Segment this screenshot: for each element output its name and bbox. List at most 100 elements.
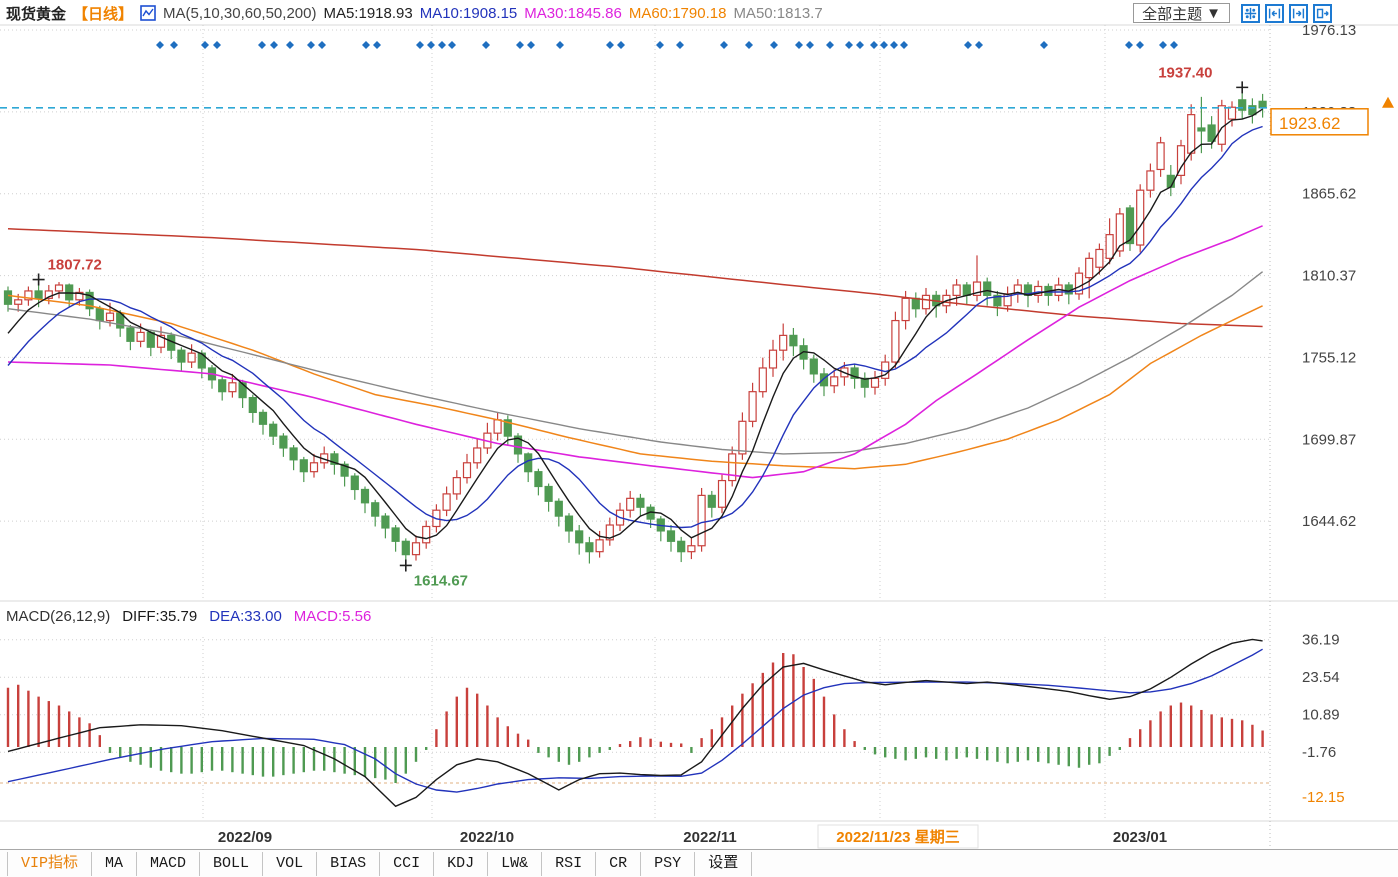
tab-settings[interactable]: 设置 xyxy=(695,851,753,876)
news-marker-icon[interactable] xyxy=(656,41,664,49)
candle-body xyxy=(564,515,574,532)
news-marker-icon[interactable] xyxy=(964,41,972,49)
tab-vip-indicators[interactable]: VIP指标 xyxy=(7,851,93,876)
news-marker-icon[interactable] xyxy=(617,41,625,49)
tab-boll[interactable]: BOLL xyxy=(200,851,264,876)
candle-body xyxy=(1227,106,1237,120)
macd-diff-value: DIFF:35.79 xyxy=(122,608,198,625)
crosshair-icon[interactable] xyxy=(1241,3,1260,23)
candle-body xyxy=(473,447,482,464)
tab-kdj[interactable]: KDJ xyxy=(434,851,489,876)
candle-body xyxy=(687,545,696,553)
news-marker-icon[interactable] xyxy=(606,41,614,49)
news-marker-icon[interactable] xyxy=(427,41,435,49)
news-marker-icon[interactable] xyxy=(213,41,221,49)
page-forward-icon[interactable] xyxy=(1313,3,1332,23)
news-marker-icon[interactable] xyxy=(806,41,814,49)
tab-psy[interactable]: PSY xyxy=(641,851,696,876)
news-marker-icon[interactable] xyxy=(286,41,294,49)
news-marker-icon[interactable] xyxy=(1040,41,1048,49)
tab-lw[interactable]: LW& xyxy=(488,851,543,876)
news-marker-icon[interactable] xyxy=(448,41,456,49)
theme-selector-button[interactable]: 全部主题 ▼ xyxy=(1133,3,1230,23)
candle-body xyxy=(585,542,594,553)
dea-line xyxy=(7,648,1263,793)
candle-body xyxy=(3,290,13,305)
tab-ma[interactable]: MA xyxy=(92,851,138,876)
ma50-line xyxy=(7,271,1264,455)
news-marker-icon[interactable] xyxy=(975,41,983,49)
expand-candles-icon[interactable] xyxy=(1289,3,1308,23)
news-marker-icon[interactable] xyxy=(482,41,490,49)
candle-body xyxy=(1187,114,1196,154)
news-marker-icon[interactable] xyxy=(270,41,278,49)
tab-rsi[interactable]: RSI xyxy=(542,851,597,876)
tab-bias[interactable]: BIAS xyxy=(317,851,381,876)
candle-body xyxy=(391,527,400,542)
macd-legend: MACD(26,12,9) DIFF:35.79 DEA:33.00 MACD:… xyxy=(6,608,371,625)
news-marker-icon[interactable] xyxy=(856,41,864,49)
news-marker-icon[interactable] xyxy=(676,41,684,49)
candle-body xyxy=(258,411,268,425)
candle-body xyxy=(493,419,502,434)
news-marker-icon[interactable] xyxy=(745,41,753,49)
news-marker-icon[interactable] xyxy=(527,41,535,49)
news-marker-icon[interactable] xyxy=(795,41,803,49)
period-label[interactable]: 【日线】 xyxy=(73,3,133,24)
tab-cci[interactable]: CCI xyxy=(380,851,435,876)
candle-body xyxy=(758,367,767,393)
news-marker-icon[interactable] xyxy=(307,41,315,49)
news-marker-icon[interactable] xyxy=(556,41,564,49)
news-marker-icon[interactable] xyxy=(826,41,834,49)
price-axis-tick: 1810.37 xyxy=(1302,268,1356,285)
candle-body xyxy=(891,319,900,363)
news-marker-icon[interactable] xyxy=(438,41,446,49)
news-marker-icon[interactable] xyxy=(362,41,370,49)
macd-axis-tick: -1.76 xyxy=(1302,744,1336,761)
chart-area[interactable]: 1976.131920.881865.621810.371755.121699.… xyxy=(0,0,1398,850)
candle-body xyxy=(595,539,604,553)
candle-body xyxy=(442,493,451,511)
line-chart-icon xyxy=(140,5,156,21)
news-marker-icon[interactable] xyxy=(1159,41,1167,49)
news-marker-icon[interactable] xyxy=(770,41,778,49)
news-marker-icon[interactable] xyxy=(1170,41,1178,49)
x-axis-label: 2023/01 xyxy=(1113,829,1167,846)
selected-date-label[interactable]: 2022/11/23 星期三 xyxy=(836,828,959,846)
news-marker-icon[interactable] xyxy=(156,41,164,49)
news-marker-icon[interactable] xyxy=(880,41,888,49)
news-marker-icon[interactable] xyxy=(318,41,326,49)
candle-body xyxy=(544,485,553,502)
news-marker-icon[interactable] xyxy=(845,41,853,49)
news-marker-icon[interactable] xyxy=(201,41,209,49)
ma60-line xyxy=(7,294,1263,470)
news-marker-icon[interactable] xyxy=(258,41,266,49)
news-marker-icon[interactable] xyxy=(1125,41,1133,49)
compress-candles-icon[interactable] xyxy=(1265,3,1284,23)
tab-macd[interactable]: MACD xyxy=(137,851,201,876)
ma10-line xyxy=(7,125,1263,529)
ma60-value: MA60:1790.18 xyxy=(628,4,727,22)
tab-vol[interactable]: VOL xyxy=(263,851,318,876)
news-marker-icon[interactable] xyxy=(870,41,878,49)
ma-settings[interactable]: MA(5,10,30,60,50,200) xyxy=(163,5,316,22)
candle-body xyxy=(554,500,563,517)
news-marker-icon[interactable] xyxy=(373,41,381,49)
news-marker-icon[interactable] xyxy=(900,41,908,49)
candle-body xyxy=(697,494,706,547)
candle-body xyxy=(1105,234,1114,259)
chart-tool-icons xyxy=(1241,3,1332,23)
candle-body xyxy=(238,382,247,399)
news-marker-icon[interactable] xyxy=(1136,41,1144,49)
news-marker-icon[interactable] xyxy=(170,41,178,49)
tab-cr[interactable]: CR xyxy=(596,851,642,876)
candle-body xyxy=(350,475,359,491)
news-marker-icon[interactable] xyxy=(516,41,524,49)
macd-params[interactable]: MACD(26,12,9) xyxy=(6,608,110,625)
candle-body xyxy=(54,284,64,292)
candle-body xyxy=(983,281,992,296)
news-marker-icon[interactable] xyxy=(416,41,424,49)
swing-marker-cross xyxy=(399,559,412,572)
news-marker-icon[interactable] xyxy=(890,41,898,49)
news-marker-icon[interactable] xyxy=(720,41,728,49)
